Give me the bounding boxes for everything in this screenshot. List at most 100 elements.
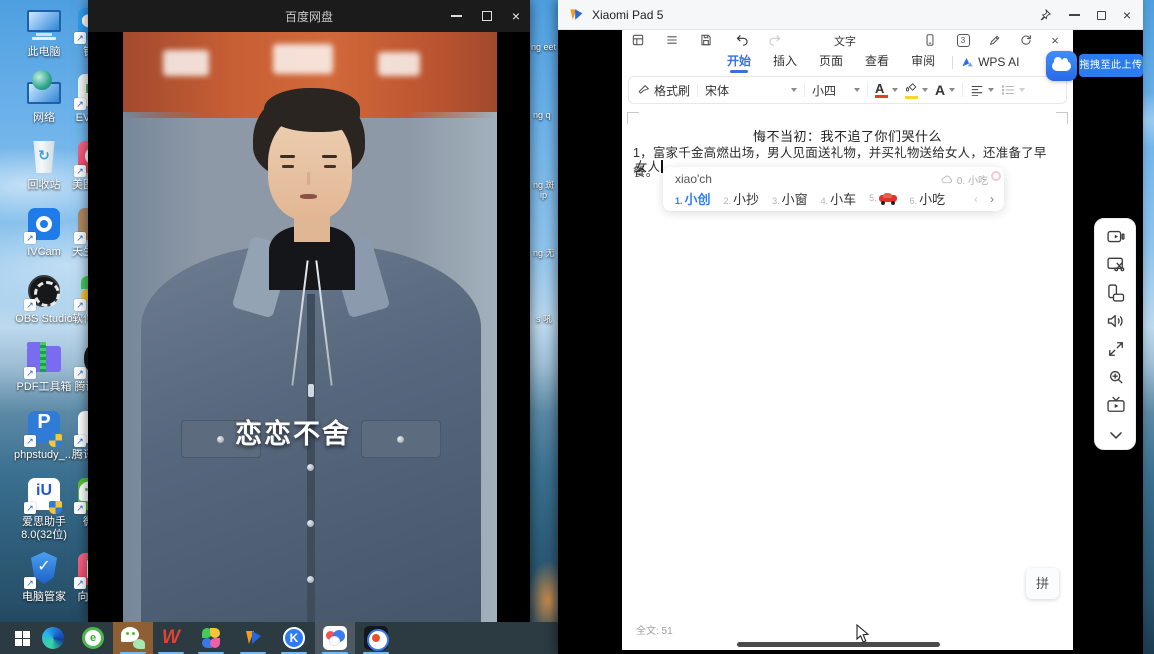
gesture-bar[interactable] xyxy=(737,642,940,647)
tab-page[interactable]: 页面 xyxy=(808,50,854,74)
chevron-down-icon[interactable] xyxy=(1106,425,1126,445)
k-app-icon: K xyxy=(283,627,305,649)
ime-brand-icon xyxy=(991,171,1001,181)
pad-window-title: Xiaomi Pad 5 xyxy=(592,8,663,22)
tab-insert[interactable]: 插入 xyxy=(762,50,808,74)
video-window-titlebar: 百度网盘 × xyxy=(88,0,530,32)
doc-type-label: 文字 xyxy=(834,33,856,49)
mirror-app-logo-icon xyxy=(568,7,584,23)
wps-icon: W xyxy=(162,627,180,649)
taskbar-recorder[interactable] xyxy=(356,622,396,654)
ime-candidates: 1.小创 2.小抄 3.小窗 4.小车 5. 6.小吃 ‹ › xyxy=(675,189,994,208)
minimize-button[interactable] xyxy=(1069,14,1080,16)
clipped-icon-label: ip xyxy=(540,190,547,200)
pinwheel-icon xyxy=(200,627,222,649)
font-color-button[interactable]: A xyxy=(875,83,898,98)
record-icon xyxy=(364,626,388,650)
menu-icon[interactable] xyxy=(664,32,680,48)
fullscreen-icon[interactable] xyxy=(1106,339,1126,359)
redo-icon[interactable] xyxy=(766,32,782,48)
maximize-button[interactable] xyxy=(1097,11,1106,20)
xiaomi-pad-window: Xiaomi Pad 5 × 文字 3 × xyxy=(558,0,1143,654)
tab-view[interactable]: 查看 xyxy=(854,50,900,74)
pad-window-titlebar: Xiaomi Pad 5 × xyxy=(558,0,1143,30)
p-logo-icon xyxy=(243,628,263,648)
ime-candidate-2[interactable]: 2.小抄 xyxy=(724,189,760,208)
ime-candidate-6[interactable]: 6.小吃 xyxy=(910,189,946,208)
maximize-button[interactable] xyxy=(482,11,492,21)
ime-candidate-1[interactable]: 1.小创 xyxy=(675,189,711,208)
edge-icon xyxy=(42,627,64,649)
font-size-select[interactable]: 小四 xyxy=(812,82,860,99)
mouse-cursor xyxy=(856,624,870,644)
screenshot-icon[interactable] xyxy=(1106,255,1126,275)
volume-icon[interactable] xyxy=(1106,311,1126,331)
wps-ai-label[interactable]: WPS AI xyxy=(978,55,1019,69)
windows-logo-icon xyxy=(15,631,30,646)
zoom-magnifier-icon[interactable] xyxy=(1106,367,1126,387)
word-count-status: 全文: 51 xyxy=(636,622,673,637)
clipped-icon-label: ng eet xyxy=(531,42,556,52)
taskbar-360-browser[interactable]: e xyxy=(73,622,113,654)
upload-tip-label: 拖拽至此上传 xyxy=(1079,54,1143,77)
ime-cloud-candidate[interactable]: 0. 小吃 xyxy=(941,172,988,187)
cloud-icon xyxy=(941,175,954,184)
360-browser-icon: e xyxy=(82,627,104,649)
margin-mark xyxy=(1056,112,1068,124)
minimize-button[interactable] xyxy=(451,15,462,17)
rotate-device-icon[interactable] xyxy=(1106,283,1126,303)
text-caret xyxy=(661,160,663,173)
pen-edit-icon[interactable] xyxy=(987,32,1003,48)
taskbar-wps[interactable]: W xyxy=(151,622,191,654)
close-button[interactable]: × xyxy=(1123,7,1131,23)
pin-icon[interactable] xyxy=(1038,8,1052,22)
undo-icon[interactable] xyxy=(734,32,750,48)
clipped-icon-label: ng q xyxy=(533,110,551,120)
wps-top-toolbar: 文字 3 × xyxy=(622,30,1073,50)
clipped-icon-label: s 吼 xyxy=(536,312,552,325)
highlight-color-button[interactable] xyxy=(905,81,928,100)
taskbar-edge[interactable] xyxy=(33,622,73,654)
sync-share-icon[interactable] xyxy=(1018,32,1034,48)
bullet-list-button[interactable] xyxy=(1001,84,1025,96)
clipped-icon-label: ng 无 xyxy=(533,246,555,259)
ime-candidate-4[interactable]: 4.小车 xyxy=(821,189,857,208)
ime-prev-page[interactable]: ‹ xyxy=(974,192,978,206)
wps-ribbon-tabs: 开始 插入 页面 查看 审阅 WPS AI xyxy=(622,50,1073,74)
ime-mode-badge[interactable]: 拼 xyxy=(1026,568,1059,599)
margin-mark xyxy=(627,112,639,124)
close-button[interactable]: × xyxy=(512,9,520,23)
tab-review[interactable]: 审阅 xyxy=(900,50,946,74)
upload-cloud-button[interactable] xyxy=(1046,51,1077,81)
taskbar-k-app[interactable]: K xyxy=(274,622,314,654)
mobile-view-icon[interactable] xyxy=(922,32,938,48)
document-line[interactable]: 女人 xyxy=(635,156,663,175)
paint-bucket-icon xyxy=(905,82,918,92)
text-style-button[interactable]: A xyxy=(935,85,955,96)
taskbar-mirror-app[interactable] xyxy=(233,622,273,654)
taskbar-baidu-netdisk[interactable] xyxy=(315,622,355,654)
outline-grid-icon[interactable] xyxy=(630,32,646,48)
ime-next-page[interactable]: › xyxy=(990,192,994,206)
save-icon[interactable] xyxy=(698,32,714,48)
align-button[interactable] xyxy=(970,84,994,96)
video-content[interactable]: 恋恋不舍 xyxy=(123,32,497,622)
tab-home[interactable]: 开始 xyxy=(716,50,762,74)
format-painter-button[interactable]: 格式刷 xyxy=(637,82,690,99)
font-name-select[interactable]: 宋体 xyxy=(705,82,797,99)
wps-ai-icon xyxy=(961,56,974,69)
taskbar-wechat[interactable] xyxy=(113,622,153,654)
brush-icon xyxy=(637,84,650,97)
shortcut-arrow-icon: ↗ xyxy=(24,232,36,244)
baidu-netdisk-player-window: 百度网盘 × xyxy=(88,0,530,622)
ime-candidate-5-car-emoji[interactable]: 5. xyxy=(869,193,897,205)
record-screen-icon[interactable] xyxy=(1106,227,1126,247)
page-number-icon[interactable]: 3 xyxy=(955,32,971,48)
ime-candidate-3[interactable]: 3.小窗 xyxy=(772,189,808,208)
close-doc-icon[interactable]: × xyxy=(1047,32,1063,48)
wechat-icon xyxy=(121,627,145,649)
tv-cast-icon[interactable] xyxy=(1106,395,1126,415)
pad-screen: 文字 3 × 开始 插入 页面 查看 审阅 WPS AI xyxy=(622,30,1073,650)
desktop-screen: 此电脑 网络 ↻ 回收站 ↗ IVCam ↗ OBS Studio ↗ PDF工… xyxy=(0,0,1154,654)
taskbar-pinwheel-app[interactable] xyxy=(191,622,231,654)
